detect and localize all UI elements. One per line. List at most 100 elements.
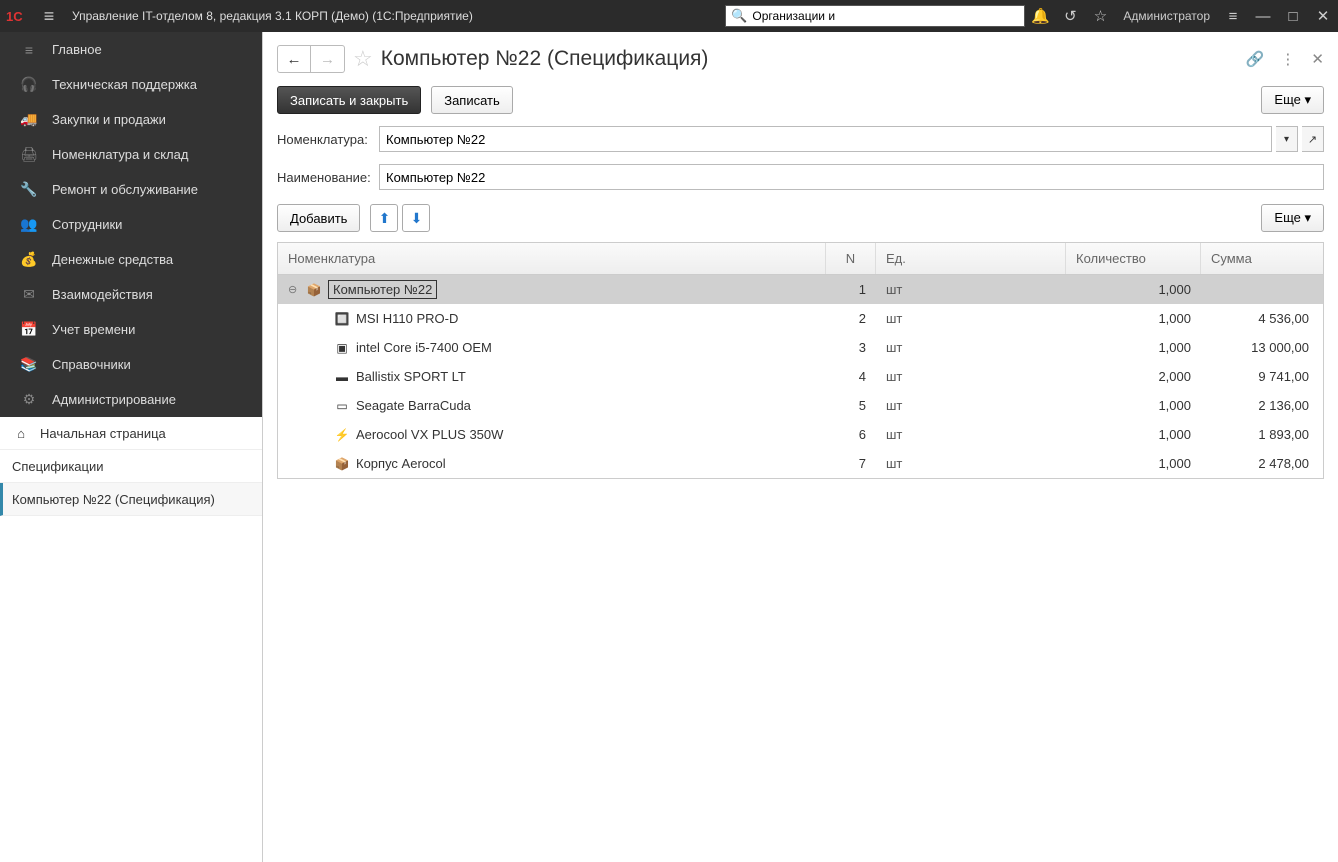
cell-n: 4: [826, 362, 876, 391]
nav-label: Администрирование: [52, 392, 176, 407]
cell-qty: 1,000: [1066, 449, 1201, 478]
nav-item-2[interactable]: 🚚Закупки и продажи: [0, 102, 262, 137]
cell-name: MSI H110 PRO-D: [356, 311, 458, 326]
save-button[interactable]: Записать: [431, 86, 513, 114]
cell-unit: шт: [876, 449, 1066, 478]
cell-name: intel Core i5-7400 OEM: [356, 340, 492, 355]
nav-label: Техническая поддержка: [52, 77, 197, 92]
nomenclature-open[interactable]: ↗: [1302, 126, 1324, 152]
move-down-button[interactable]: ⬇: [402, 204, 430, 232]
nav-icon: 📚: [20, 356, 38, 373]
nomenclature-input[interactable]: [379, 126, 1272, 152]
close-tab-icon[interactable]: ✕: [1311, 50, 1324, 68]
maximize-icon[interactable]: □: [1278, 8, 1308, 25]
table-header: Номенклатура N Ед. Количество Сумма: [278, 243, 1323, 275]
nav-label: Главное: [52, 42, 102, 57]
nav-item-5[interactable]: 👥Сотрудники: [0, 207, 262, 242]
table-row[interactable]: ⚡Aerocool VX PLUS 350W6шт1,0001 893,00: [278, 420, 1323, 449]
cell-sum: 9 741,00: [1201, 362, 1323, 391]
cell-qty: 1,000: [1066, 333, 1201, 362]
cell-qty: 1,000: [1066, 420, 1201, 449]
spec-table: Номенклатура N Ед. Количество Сумма ⊖📦Ко…: [277, 242, 1324, 479]
table-row[interactable]: 📦Корпус Aerocol7шт1,0002 478,00: [278, 449, 1323, 478]
cell-sum: 2 136,00: [1201, 391, 1323, 420]
cell-name: Seagate BarraCuda: [356, 398, 471, 413]
cell-n: 5: [826, 391, 876, 420]
tree-collapse-icon[interactable]: ⊖: [288, 283, 300, 296]
col-quantity[interactable]: Количество: [1066, 243, 1201, 274]
nav-icon: 🔧: [20, 181, 38, 198]
item-icon: ⚡: [334, 427, 350, 443]
nomenclature-dropdown[interactable]: ▾: [1276, 126, 1298, 152]
nav-item-0[interactable]: ≡ Главное: [0, 32, 262, 67]
bell-icon[interactable]: 🔔: [1025, 7, 1055, 25]
cell-unit: шт: [876, 333, 1066, 362]
cell-n: 2: [826, 304, 876, 333]
cell-name: Ballistix SPORT LT: [356, 369, 466, 384]
more-button-table[interactable]: Еще ▾: [1261, 204, 1324, 232]
cell-sum: 13 000,00: [1201, 333, 1323, 362]
item-icon: 📦: [334, 456, 350, 472]
more-button-top[interactable]: Еще ▾: [1261, 86, 1324, 114]
nav-forward-button[interactable]: →: [311, 45, 345, 73]
nav-label: Взаимодействия: [52, 287, 153, 302]
search-input[interactable]: [752, 9, 1024, 23]
table-row[interactable]: ⊖📦Компьютер №221шт1,000: [278, 275, 1323, 304]
name-input[interactable]: [379, 164, 1324, 190]
save-close-button[interactable]: Записать и закрыть: [277, 86, 421, 114]
table-row[interactable]: 🔲MSI H110 PRO-D2шт1,0004 536,00: [278, 304, 1323, 333]
app-logo: 1С: [0, 0, 34, 32]
nav-item-10[interactable]: ⚙Администрирование: [0, 382, 262, 417]
nav-label: Закупки и продажи: [52, 112, 166, 127]
nav-item-7[interactable]: ✉ Взаимодействия: [0, 277, 262, 312]
nav-icon: ≡: [20, 42, 38, 58]
sub-label: Спецификации: [12, 459, 104, 474]
move-up-button[interactable]: ⬆: [370, 204, 398, 232]
nav-icon: 🖨: [20, 146, 38, 163]
col-n[interactable]: N: [826, 243, 876, 274]
nomenclature-label: Номенклатура:: [277, 132, 375, 147]
sub-specifications[interactable]: Спецификации: [0, 450, 262, 483]
nav-icon: 📅: [20, 321, 38, 338]
nav-label: Номенклатура и склад: [52, 147, 188, 162]
close-icon[interactable]: ✕: [1308, 7, 1338, 25]
more-menu-icon[interactable]: ⋮: [1280, 50, 1295, 68]
settings-icon[interactable]: ≡: [1218, 8, 1248, 25]
cell-n: 7: [826, 449, 876, 478]
nav-item-3[interactable]: 🖨 Номенклатура и склад: [0, 137, 262, 172]
link-icon[interactable]: 🔗: [1246, 50, 1265, 68]
user-label[interactable]: Администратор: [1115, 9, 1218, 23]
star-icon[interactable]: ☆: [1085, 7, 1115, 25]
nav-back-button[interactable]: ←: [277, 45, 311, 73]
history-icon[interactable]: ↺: [1055, 7, 1085, 25]
col-sum[interactable]: Сумма: [1201, 243, 1323, 274]
svg-text:1С: 1С: [6, 9, 23, 23]
nav-label: Ремонт и обслуживание: [52, 182, 198, 197]
table-row[interactable]: ▣intel Core i5-7400 OEM3шт1,00013 000,00: [278, 333, 1323, 362]
minimize-icon[interactable]: —: [1248, 8, 1278, 25]
nav-label: Справочники: [52, 357, 131, 372]
table-row[interactable]: ▬Ballistix SPORT LT4шт2,0009 741,00: [278, 362, 1323, 391]
col-nomenclature[interactable]: Номенклатура: [278, 243, 826, 274]
favorite-toggle[interactable]: ☆: [353, 46, 373, 72]
item-icon: 🔲: [334, 311, 350, 327]
item-icon: ▬: [334, 369, 350, 385]
name-label: Наименование:: [277, 170, 375, 185]
nav-item-6[interactable]: 💰Денежные средства: [0, 242, 262, 277]
cell-qty: 1,000: [1066, 275, 1201, 304]
table-row[interactable]: ▭Seagate BarraCuda5шт1,0002 136,00: [278, 391, 1323, 420]
nav-item-4[interactable]: 🔧 Ремонт и обслуживание: [0, 172, 262, 207]
col-unit[interactable]: Ед.: [876, 243, 1066, 274]
nav-item-8[interactable]: 📅Учет времени: [0, 312, 262, 347]
sub-current-doc[interactable]: Компьютер №22 (Спецификация): [0, 483, 262, 516]
home-link[interactable]: ⌂ Начальная страница: [0, 417, 262, 450]
main-menu-icon[interactable]: ≡: [34, 6, 64, 27]
cell-name: Компьютер №22: [328, 280, 437, 299]
nav-item-9[interactable]: 📚 Справочники: [0, 347, 262, 382]
search-icon: 🔍: [726, 8, 752, 24]
nav-item-1[interactable]: 🎧Техническая поддержка: [0, 67, 262, 102]
nav-icon: ✉: [20, 286, 38, 303]
add-button[interactable]: Добавить: [277, 204, 360, 232]
titlebar: 1С ≡ Управление IT-отделом 8, редакция 3…: [0, 0, 1338, 32]
global-search[interactable]: 🔍: [725, 5, 1025, 27]
